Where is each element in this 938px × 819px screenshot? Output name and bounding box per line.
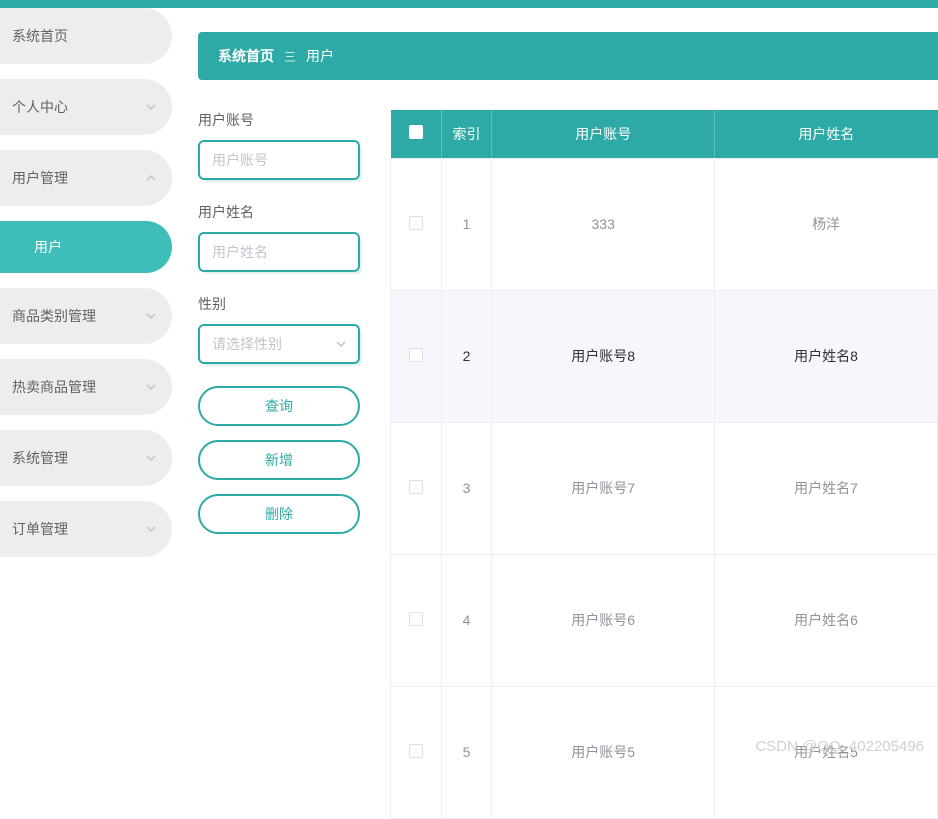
sidebar-item-category-mgmt[interactable]: 商品类别管理 — [0, 288, 172, 344]
breadcrumb: 系统首页 三 用户 — [198, 32, 938, 80]
account-label: 用户账号 — [198, 110, 360, 130]
row-checkbox[interactable] — [409, 480, 423, 494]
table-row[interactable]: 2 用户账号8 用户姓名8 — [391, 290, 938, 422]
cell-account: 用户账号6 — [492, 554, 715, 686]
chevron-down-icon — [146, 453, 156, 463]
cell-index: 2 — [441, 290, 492, 422]
sidebar-item-label: 用户管理 — [12, 168, 68, 188]
chevron-down-icon — [146, 102, 156, 112]
chevron-down-icon — [146, 382, 156, 392]
chevron-up-icon — [146, 173, 156, 183]
breadcrumb-home[interactable]: 系统首页 — [218, 46, 274, 66]
table-header-row: 索引 用户账号 用户姓名 — [391, 110, 938, 158]
sidebar-item-label: 系统首页 — [12, 26, 68, 46]
top-bar — [0, 0, 938, 8]
cell-index: 4 — [441, 554, 492, 686]
query-button[interactable]: 查询 — [198, 386, 360, 426]
chevron-down-icon — [146, 311, 156, 321]
cell-account: 用户账号5 — [492, 686, 715, 818]
select-all-checkbox[interactable] — [409, 125, 423, 139]
name-label: 用户姓名 — [198, 202, 360, 222]
row-checkbox[interactable] — [409, 216, 423, 230]
breadcrumb-separator: 三 — [284, 48, 296, 65]
name-input[interactable] — [198, 232, 360, 272]
cell-account: 用户账号7 — [492, 422, 715, 554]
cell-name: 杨洋 — [715, 158, 938, 290]
cell-account: 333 — [492, 158, 715, 290]
sidebar-item-label: 个人中心 — [12, 97, 68, 117]
col-name: 用户姓名 — [715, 110, 938, 158]
cell-name: 用户姓名6 — [715, 554, 938, 686]
sidebar-item-label: 热卖商品管理 — [12, 377, 96, 397]
col-account: 用户账号 — [492, 110, 715, 158]
cell-index: 3 — [441, 422, 492, 554]
breadcrumb-current: 用户 — [306, 46, 334, 66]
add-button[interactable]: 新增 — [198, 440, 360, 480]
delete-button[interactable]: 删除 — [198, 494, 360, 534]
sidebar-item-label: 商品类别管理 — [12, 306, 96, 326]
sidebar-item-order-mgmt[interactable]: 订单管理 — [0, 501, 172, 557]
table-row[interactable]: 5 用户账号5 用户姓名5 — [391, 686, 938, 818]
chevron-down-icon — [146, 524, 156, 534]
col-index: 索引 — [441, 110, 492, 158]
sidebar-item-system-mgmt[interactable]: 系统管理 — [0, 430, 172, 486]
sidebar-item-label: 用户 — [34, 237, 62, 257]
cell-name: 用户姓名5 — [715, 686, 938, 818]
cell-index: 1 — [441, 158, 492, 290]
cell-account: 用户账号8 — [492, 290, 715, 422]
main-content: 系统首页 三 用户 用户账号 用户姓名 性别 请选择性别 — [178, 8, 938, 819]
sidebar-item-home[interactable]: 系统首页 — [0, 8, 172, 64]
sidebar-item-user-mgmt[interactable]: 用户管理 — [0, 150, 172, 206]
sidebar-item-product-mgmt[interactable]: 热卖商品管理 — [0, 359, 172, 415]
user-table: 索引 用户账号 用户姓名 1 333 杨洋 2 用户账号8 用户姓名8 3 用户… — [390, 110, 938, 819]
account-input[interactable] — [198, 140, 360, 180]
table-row[interactable]: 3 用户账号7 用户姓名7 — [391, 422, 938, 554]
cell-index: 5 — [441, 686, 492, 818]
sidebar-item-personal[interactable]: 个人中心 — [0, 79, 172, 135]
filter-panel: 用户账号 用户姓名 性别 请选择性别 查询 新增 删除 — [198, 110, 360, 819]
sidebar-item-user[interactable]: 用户 — [0, 221, 172, 273]
chevron-down-icon — [336, 336, 346, 352]
row-checkbox[interactable] — [409, 348, 423, 362]
gender-label: 性别 — [198, 294, 360, 314]
gender-select[interactable]: 请选择性别 — [198, 324, 360, 364]
sidebar-item-label: 订单管理 — [12, 519, 68, 539]
row-checkbox[interactable] — [409, 744, 423, 758]
table-row[interactable]: 1 333 杨洋 — [391, 158, 938, 290]
sidebar-item-label: 系统管理 — [12, 448, 68, 468]
gender-placeholder: 请选择性别 — [212, 334, 282, 354]
row-checkbox[interactable] — [409, 612, 423, 626]
cell-name: 用户姓名8 — [715, 290, 938, 422]
cell-name: 用户姓名7 — [715, 422, 938, 554]
table-row[interactable]: 4 用户账号6 用户姓名6 — [391, 554, 938, 686]
sidebar: 系统首页 个人中心 用户管理 用户 商品类别管理 热卖商品管理 系统管理 订单管… — [0, 8, 178, 819]
